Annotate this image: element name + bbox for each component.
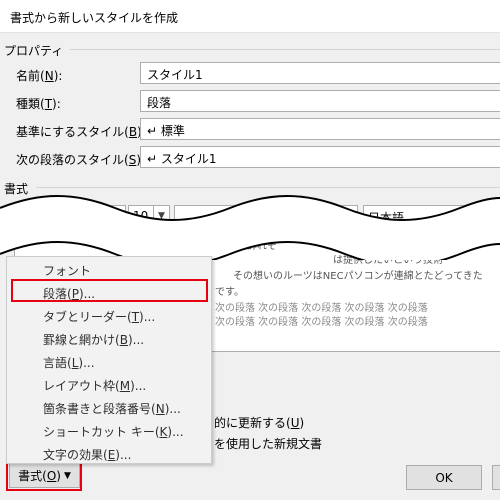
dialog-title: 書式から新しいスタイルを作成 xyxy=(10,11,179,25)
next-style-select[interactable]: ↵ スタイル1 xyxy=(140,146,500,168)
menu-item-font[interactable]: フォント xyxy=(43,262,91,279)
name-label: 名前(N): xyxy=(16,69,63,83)
type-select[interactable]: 段落 xyxy=(140,90,500,112)
menu-item-text-effects[interactable]: 文字の効果(E)... xyxy=(43,446,131,463)
menu-item-shortcut-key[interactable]: ショートカット キー(K)... xyxy=(43,423,184,440)
menu-item-tabs[interactable]: タブとリーダー(T)... xyxy=(43,308,155,325)
template-option-label[interactable]: を使用した新規文書 xyxy=(214,435,322,452)
menu-item-language[interactable]: 言語(L)... xyxy=(43,354,95,371)
title-bar: 書式から新しいスタイルを作成 xyxy=(0,0,500,33)
base-style-select[interactable]: ↵ 標準 xyxy=(140,118,500,140)
paragraph-mark-icon: ↵ xyxy=(147,124,161,138)
preview-text: その想いのルーツはNECパソコンが連綿とたどってきた xyxy=(233,271,483,282)
formatting-divider xyxy=(36,187,500,188)
cut-wave-decoration xyxy=(0,195,500,260)
menu-item-frame[interactable]: レイアウト枠(M)... xyxy=(43,377,146,394)
type-label: 種類(T): xyxy=(16,97,61,111)
menu-item-borders[interactable]: 罫線と網かけ(B)... xyxy=(43,331,144,348)
cancel-button[interactable] xyxy=(492,465,500,490)
format-button-highlight xyxy=(6,461,82,491)
preview-text: 次の段落 次の段落 次の段落 次の段落 次の段落 xyxy=(215,317,428,328)
paragraph-mark-icon: ↵ xyxy=(147,152,161,166)
create-style-dialog: 書式から新しいスタイルを作成 プロパティ 名前(N): スタイル1 種類(T):… xyxy=(0,0,500,500)
auto-update-label[interactable]: 的に更新する(U) xyxy=(214,414,304,431)
paragraph-item-highlight xyxy=(11,279,208,302)
properties-section-label: プロパティ xyxy=(4,44,64,58)
preview-text: です。 xyxy=(215,287,244,298)
ok-button[interactable]: OK xyxy=(406,465,482,490)
name-input[interactable]: スタイル1 xyxy=(140,62,500,84)
properties-divider xyxy=(70,49,500,50)
menu-item-numbering[interactable]: 箇条書きと段落番号(N)... xyxy=(43,400,181,417)
preview-text: 次の段落 次の段落 次の段落 次の段落 次の段落 xyxy=(215,303,428,314)
next-style-label: 次の段落のスタイル(S): xyxy=(16,153,145,167)
base-style-label: 基準にするスタイル(B): xyxy=(16,125,146,139)
